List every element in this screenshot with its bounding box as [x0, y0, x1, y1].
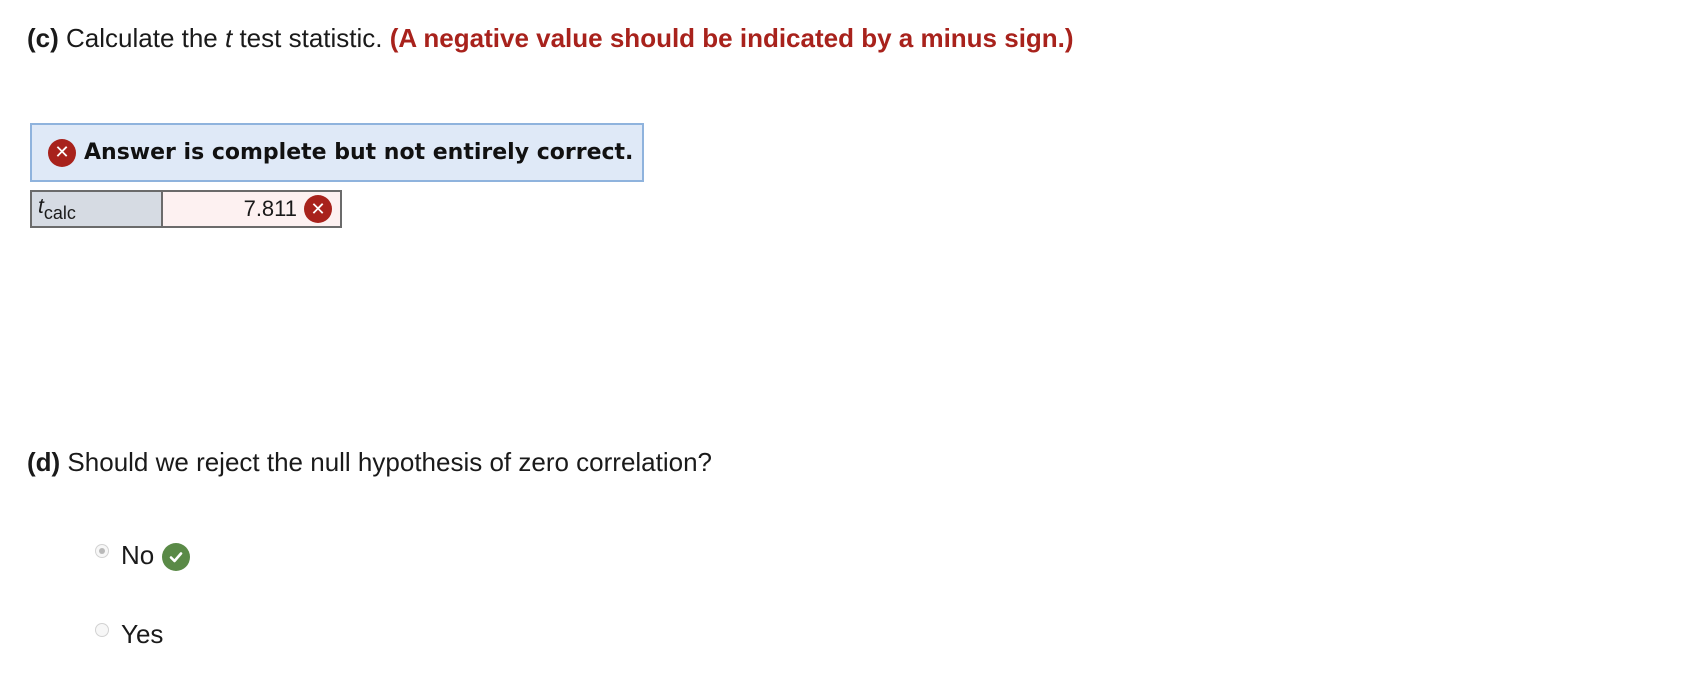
- option-no-label[interactable]: No: [121, 538, 154, 572]
- feedback-banner: ✕ Answer is complete but not entirely co…: [30, 123, 644, 182]
- answer-table: tcalc 7.811 ✕: [30, 190, 342, 228]
- x-circle-icon: ✕: [48, 138, 76, 167]
- x-circle-icon: ✕: [304, 195, 332, 223]
- radio-no[interactable]: [95, 544, 109, 558]
- answer-value[interactable]: 7.811: [244, 196, 297, 222]
- question-part-d: (d) Should we reject the null hypothesis…: [27, 446, 712, 478]
- check-circle-icon: [162, 543, 191, 571]
- option-yes-label[interactable]: Yes: [121, 617, 163, 651]
- option-yes[interactable]: Yes: [95, 617, 163, 651]
- variable-cell: tcalc: [30, 190, 163, 228]
- part-c-note: (A negative value should be indicated by…: [389, 23, 1074, 53]
- question-part-c: (c) Calculate the t test statistic. (A n…: [27, 22, 1074, 54]
- feedback-banner-text: Answer is complete but not entirely corr…: [84, 140, 634, 165]
- variable-subscript: calc: [43, 202, 76, 223]
- answer-row: tcalc 7.811 ✕: [30, 190, 342, 228]
- answer-value-cell[interactable]: 7.811 ✕: [161, 190, 342, 228]
- option-no[interactable]: No: [95, 538, 191, 572]
- part-c-label: (c): [27, 23, 59, 53]
- part-c-text-before: Calculate the: [58, 23, 225, 53]
- radio-yes[interactable]: [95, 623, 109, 637]
- part-c-text-after: test statistic.: [232, 23, 390, 53]
- part-d-label: (d): [27, 447, 61, 477]
- part-d-text: Should we reject the null hypothesis of …: [60, 447, 713, 477]
